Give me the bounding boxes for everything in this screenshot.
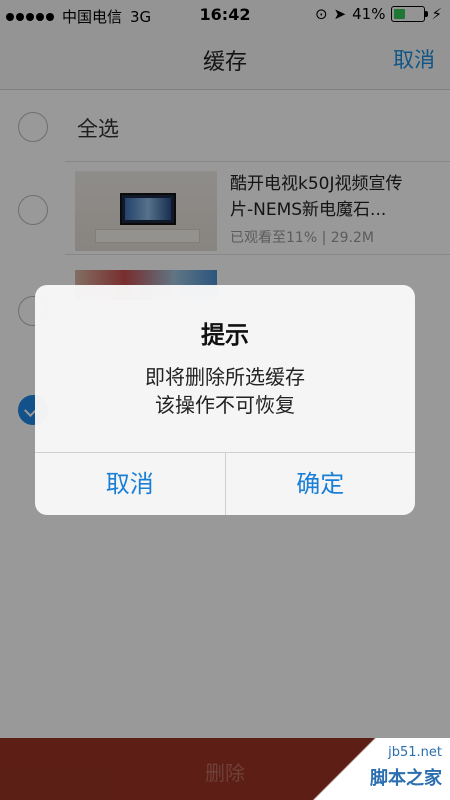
watermark-text: 脚本之家 [370, 768, 442, 789]
dialog-cancel-button[interactable]: 取消 [35, 453, 226, 515]
dialog-message-line1: 即将删除所选缓存 [145, 365, 305, 389]
dialog-title: 提示 [201, 321, 249, 349]
watermark-url: jb51.net [388, 745, 442, 760]
dialog-confirm-button[interactable]: 确定 [226, 453, 416, 515]
dialog-message: 即将删除所选缓存 该操作不可恢复 [35, 363, 415, 419]
alert-dialog: 提示 即将删除所选缓存 该操作不可恢复 取消 确定 [35, 285, 415, 515]
dialog-message-line2: 该操作不可恢复 [155, 393, 295, 417]
dialog-buttons: 取消 确定 [35, 452, 415, 515]
